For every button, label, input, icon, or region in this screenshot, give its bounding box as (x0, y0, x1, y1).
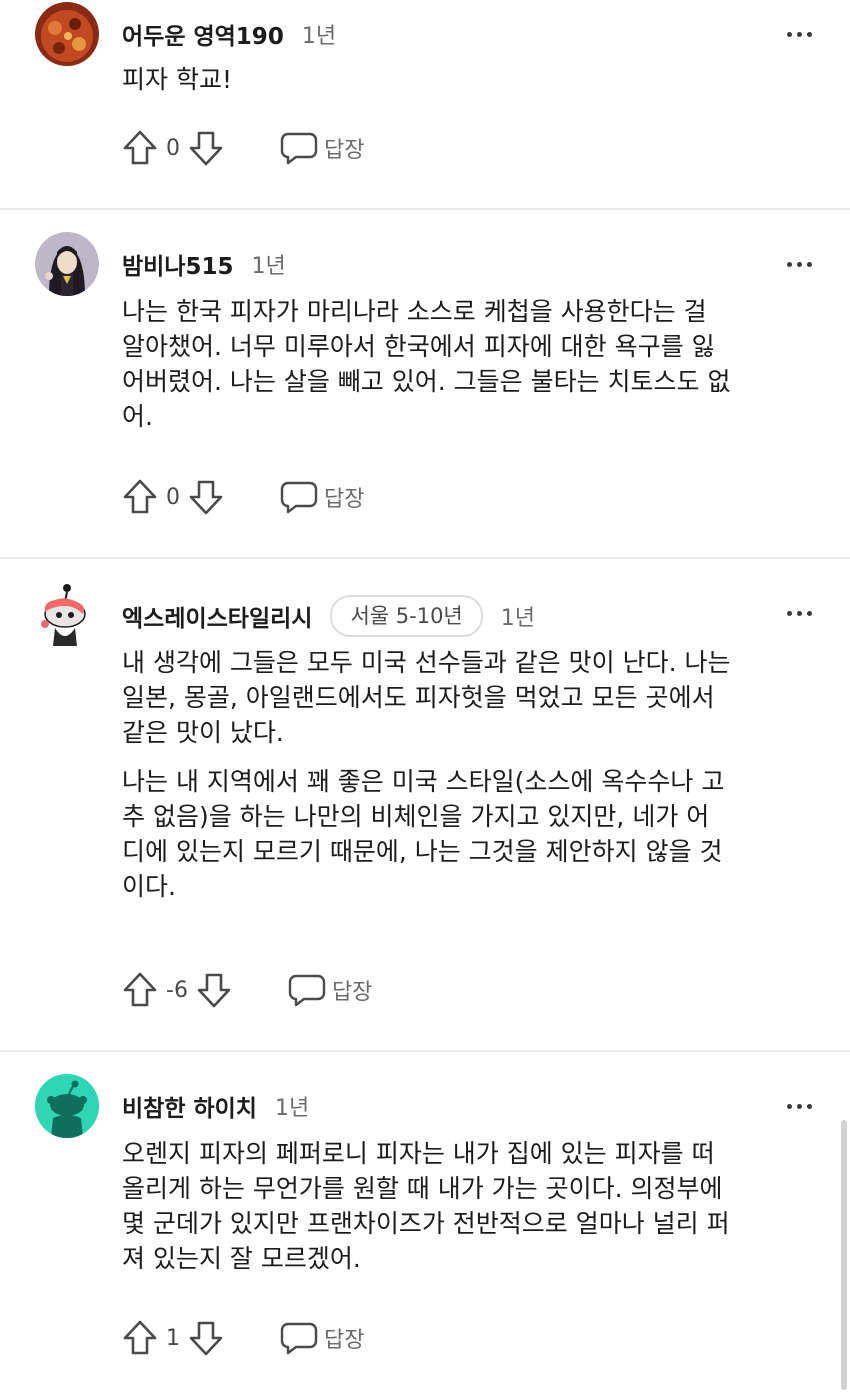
comment-text-line: 어버렸어. 나는 살을 빼고 있어. 그들은 불타는 치토스도 없 (122, 367, 731, 396)
comment-header: 비참한 하이치 1년 (122, 1086, 309, 1126)
user-flair-badge: 서울 5-10년 (330, 595, 483, 637)
timestamp: 1년 (274, 1096, 310, 1121)
username[interactable]: 엑스레이스타일리시 (122, 599, 312, 633)
comment-text-line: 어. (122, 402, 153, 431)
timestamp: 1년 (500, 606, 535, 631)
comment-actions: -6 답장 (122, 970, 372, 1010)
comment-divider (0, 1050, 850, 1052)
speech-bubble-icon (280, 132, 318, 165)
reply-label: 답장 (331, 980, 373, 1005)
comment-text-line: 디에 있는지 모르기 때문에, 나는 그것을 제안하지 않을 것 (122, 837, 723, 866)
comment-body: 오렌지 피자의 페퍼로니 피자는 내가 집에 있는 피자를 떠 올리게 하는 무… (122, 1136, 822, 1276)
upvote-icon[interactable] (122, 129, 158, 167)
comment-text-line: 져 있는지 잘 모르겠어. (122, 1244, 361, 1273)
avatar[interactable] (35, 232, 99, 296)
comment-text-line: 몇 군데가 있지만 프랜차이즈가 전반적으로 얼마나 널리 퍼 (122, 1209, 730, 1238)
vote-score: 1 (166, 1325, 180, 1351)
more-options-icon[interactable] (787, 259, 812, 269)
comment-text-line: 올리게 하는 무언가를 원할 때 내가 가는 곳이다. 의정부에 (122, 1174, 723, 1203)
reply-button[interactable]: 답장 (280, 1321, 364, 1355)
comment-body: 내 생각에 그들은 모두 미국 선수들과 같은 맛이 난다. 나는 일본, 몽골… (122, 645, 822, 904)
vote-score: 0 (166, 484, 180, 510)
username[interactable]: 비참한 하이치 (122, 1089, 257, 1123)
character-avatar-icon (35, 232, 99, 296)
timestamp: 1년 (301, 24, 337, 49)
reply-button[interactable]: 답장 (288, 973, 372, 1007)
reply-label: 답장 (324, 1328, 365, 1353)
comment-body: 나는 한국 피자가 마리나라 소스로 케첩을 사용한다는 걸 알아챘어. 너무 … (122, 294, 822, 434)
vote-score: 0 (166, 135, 180, 161)
avatar[interactable] (35, 1074, 99, 1138)
comment-header: 어두운 영역190 1년 (122, 14, 336, 54)
downvote-icon[interactable] (188, 1319, 224, 1357)
comment-body: 피자 학교! (122, 62, 822, 97)
comment-text-line: 오렌지 피자의 페퍼로니 피자는 내가 집에 있는 피자를 떠 (122, 1139, 715, 1168)
comment-text-line: 피자 학교! (122, 65, 232, 94)
comment-header: 밤비나515 1년 (122, 244, 286, 284)
comment-text-line: 일본, 몽골, 아일랜드에서도 피자헛을 먹었고 모든 곳에서 (122, 683, 715, 712)
reply-label: 답장 (324, 487, 365, 512)
speech-bubble-icon (288, 974, 326, 1007)
reply-button[interactable]: 답장 (280, 131, 364, 165)
comment-divider (0, 208, 850, 210)
more-options-icon[interactable] (787, 608, 812, 618)
speech-bubble-icon (280, 481, 318, 514)
upvote-icon[interactable] (122, 1319, 158, 1357)
pizza-avatar-icon (35, 2, 99, 66)
comment-text-line: 이다. (122, 872, 176, 901)
comment-actions: 0 답장 (122, 477, 364, 517)
comment-divider (0, 557, 850, 559)
upvote-icon[interactable] (122, 971, 158, 1009)
comment-text-line: 같은 맛이 났다. (122, 718, 284, 747)
comment-actions: 1 답장 (122, 1318, 364, 1358)
avatar[interactable] (35, 2, 99, 66)
comment-text-line: 추 없음)을 하는 나만의 비체인을 가지고 있지만, 네가 어 (122, 802, 710, 831)
reply-button[interactable]: 답장 (280, 480, 364, 514)
more-options-icon[interactable] (787, 1101, 812, 1111)
downvote-icon[interactable] (188, 478, 224, 516)
default-snoo-avatar-icon (35, 1074, 99, 1138)
vote-score: -6 (166, 977, 188, 1003)
comment-text-line: 내 생각에 그들은 모두 미국 선수들과 같은 맛이 난다. 나는 (122, 648, 731, 677)
scrollbar[interactable] (841, 1120, 847, 1390)
downvote-icon[interactable] (196, 971, 232, 1009)
timestamp: 1년 (251, 254, 286, 279)
avatar[interactable] (35, 582, 99, 646)
username[interactable]: 어두운 영역190 (122, 17, 284, 51)
upvote-icon[interactable] (122, 478, 158, 516)
comment-text-line: 나는 내 지역에서 꽤 좋은 미국 스타일(소스에 옥수수나 고 (122, 767, 725, 796)
reply-label: 답장 (324, 138, 365, 163)
downvote-icon[interactable] (188, 129, 224, 167)
more-options-icon[interactable] (787, 29, 812, 39)
comment-text-line: 알아챘어. 너무 미루아서 한국에서 피자에 대한 욕구를 잃 (122, 332, 715, 361)
snoo-avatar-icon (41, 584, 86, 646)
comment-actions: 0 답장 (122, 128, 364, 168)
username[interactable]: 밤비나515 (122, 247, 234, 281)
speech-bubble-icon (280, 1322, 318, 1355)
comment-text-line: 나는 한국 피자가 마리나라 소스로 케첩을 사용한다는 걸 (122, 297, 707, 326)
comment-header: 엑스레이스타일리시 서울 5-10년 1년 (122, 595, 535, 637)
